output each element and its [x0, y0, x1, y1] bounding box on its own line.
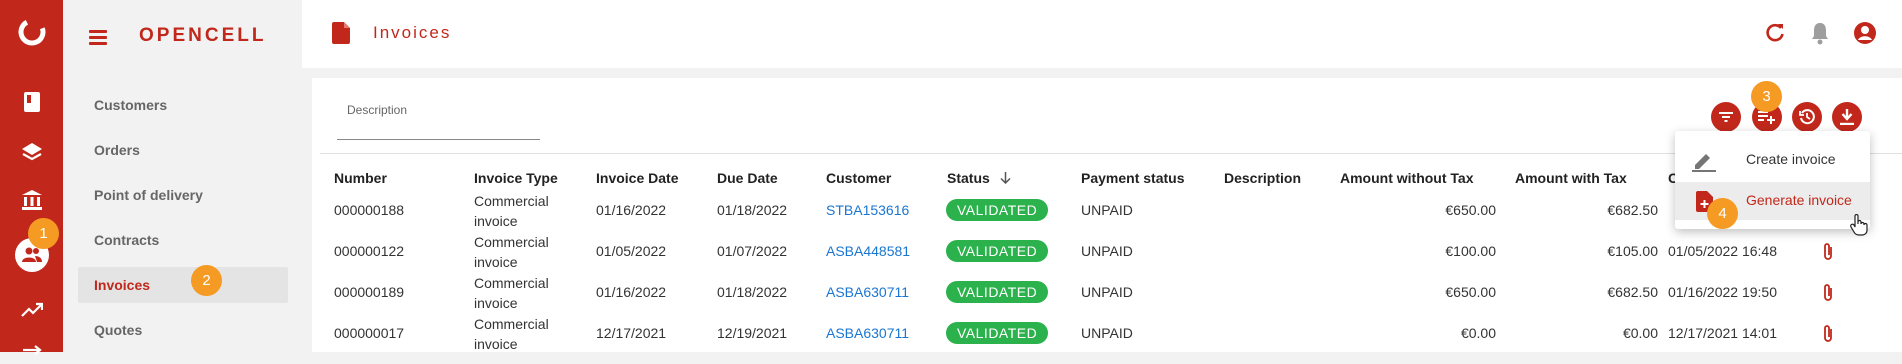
sidebar-item-contracts[interactable]: Contracts: [78, 222, 288, 258]
cell-invoice-type: Commercial invoice: [474, 234, 549, 270]
status-badge: VALIDATED: [946, 199, 1049, 221]
sidebar-item-invoices[interactable]: Invoices: [78, 267, 288, 303]
cell-number: 000000017: [334, 325, 405, 341]
attachment-icon[interactable]: [1822, 324, 1834, 349]
add-invoice-menu: Create invoice Generate invoice: [1675, 131, 1870, 229]
step-marker-4: 4: [1707, 198, 1738, 229]
col-header-status-label: Status: [947, 170, 990, 186]
cell-number: 000000122: [334, 243, 405, 259]
opencell-logo-icon[interactable]: [15, 15, 49, 49]
account-icon[interactable]: [1853, 21, 1877, 50]
status-badge: VALIDATED: [946, 240, 1049, 262]
step-marker-1: 1: [28, 218, 59, 249]
app-rail: [0, 0, 63, 355]
menu-item-label: Generate invoice: [1746, 192, 1852, 208]
attachment-icon[interactable]: [1822, 283, 1834, 308]
bank-icon[interactable]: [15, 183, 49, 217]
cell-invoice-date: 12/17/2021: [596, 325, 667, 341]
cell-invoice-date: 01/16/2022: [596, 202, 667, 218]
cell-invoice-type: Commercial invoice: [474, 275, 549, 311]
cell-payment-status: UNPAID: [1081, 243, 1133, 259]
cell-payment-status: UNPAID: [1081, 325, 1133, 341]
edit-pencil-icon: [1692, 150, 1716, 177]
cell-due-date: 01/07/2022: [717, 243, 788, 259]
menu-item-generate-invoice[interactable]: Generate invoice: [1675, 182, 1870, 220]
col-header-invoice-type[interactable]: Invoice Type: [474, 170, 558, 186]
layers-icon[interactable]: [15, 135, 49, 169]
menu-item-label: Create invoice: [1746, 151, 1836, 167]
arrow-right-icon[interactable]: [15, 330, 49, 364]
cell-invoice-type: Commercial invoice: [474, 316, 549, 352]
menu-item-create-invoice[interactable]: Create invoice: [1675, 141, 1870, 179]
step-marker-3: 3: [1751, 81, 1782, 112]
cell-date: 01/05/2022 16:48: [1668, 243, 1777, 259]
brand-logo: OPENCELL: [139, 25, 267, 46]
col-header-status[interactable]: Status: [947, 170, 1011, 187]
trending-up-icon[interactable]: [15, 293, 49, 327]
sidebar: OPENCELL Customers Orders Point of deliv…: [63, 0, 302, 352]
customer-link[interactable]: ASBA630711: [826, 325, 909, 341]
sidebar-item-point-of-delivery[interactable]: Point of delivery: [78, 177, 288, 213]
top-bar: Invoices: [302, 0, 1902, 68]
cell-amount-without-tax: €100.00: [1445, 243, 1496, 259]
description-filter-input[interactable]: [337, 139, 540, 140]
hand-pointer-icon: [1850, 213, 1868, 241]
sidebar-item-quotes[interactable]: Quotes: [78, 312, 288, 348]
sidebar-item-orders[interactable]: Orders: [78, 132, 288, 168]
cell-amount-without-tax: €650.00: [1445, 284, 1496, 300]
cell-invoice-date: 01/05/2022: [596, 243, 667, 259]
col-header-description[interactable]: Description: [1224, 170, 1301, 186]
cell-date: 01/16/2022 19:50: [1668, 284, 1777, 300]
cell-amount-with-tax: €0.00: [1622, 325, 1658, 341]
cell-amount-with-tax: €105.00: [1607, 243, 1658, 259]
cell-due-date: 01/18/2022: [717, 202, 788, 218]
col-header-amount-without-tax[interactable]: Amount without Tax: [1340, 170, 1474, 186]
description-filter-label: Description: [347, 103, 408, 117]
download-button[interactable]: [1832, 102, 1862, 132]
col-header-invoice-date[interactable]: Invoice Date: [596, 170, 678, 186]
menu-icon[interactable]: [89, 28, 109, 46]
book-icon[interactable]: [15, 85, 49, 119]
filter-button[interactable]: [1711, 102, 1741, 132]
cell-invoice-type: Commercial invoice: [474, 193, 549, 229]
cell-payment-status: UNPAID: [1081, 284, 1133, 300]
customer-link[interactable]: STBA153616: [826, 202, 909, 218]
status-badge: VALIDATED: [946, 281, 1049, 303]
col-header-due-date[interactable]: Due Date: [717, 170, 778, 186]
attachment-icon[interactable]: [1822, 242, 1834, 267]
customer-link[interactable]: ASBA448581: [826, 243, 910, 259]
cell-payment-status: UNPAID: [1081, 202, 1133, 218]
invoices-card: Description Number Invoice Type Invoice …: [312, 78, 1902, 352]
cell-amount-with-tax: €682.50: [1607, 202, 1658, 218]
refresh-icon[interactable]: [1764, 22, 1786, 49]
cell-amount-without-tax: €0.00: [1460, 325, 1496, 341]
sidebar-item-customers[interactable]: Customers: [78, 87, 288, 123]
cell-number: 000000189: [334, 284, 405, 300]
cell-invoice-date: 01/16/2022: [596, 284, 667, 300]
col-header-amount-with-tax[interactable]: Amount with Tax: [1515, 170, 1627, 186]
invoice-file-icon: [332, 22, 350, 49]
status-badge: VALIDATED: [946, 322, 1049, 344]
page-title: Invoices: [373, 23, 452, 42]
history-button[interactable]: [1792, 102, 1822, 132]
customer-link[interactable]: ASBA630711: [826, 284, 909, 300]
cell-amount-with-tax: €682.50: [1607, 284, 1658, 300]
toolbar-divider: [320, 153, 1902, 154]
notifications-bell-icon[interactable]: [1810, 21, 1830, 50]
sort-arrow-down-icon[interactable]: [1000, 171, 1011, 187]
col-header-payment-status[interactable]: Payment status: [1081, 170, 1184, 186]
col-header-customer[interactable]: Customer: [826, 170, 891, 186]
cell-date: 12/17/2021 14:01: [1668, 325, 1777, 341]
step-marker-2: 2: [191, 265, 222, 296]
cell-amount-without-tax: €650.00: [1445, 202, 1496, 218]
cell-due-date: 01/18/2022: [717, 284, 788, 300]
cell-due-date: 12/19/2021: [717, 325, 788, 341]
cell-number: 000000188: [334, 202, 405, 218]
col-header-number[interactable]: Number: [334, 170, 387, 186]
